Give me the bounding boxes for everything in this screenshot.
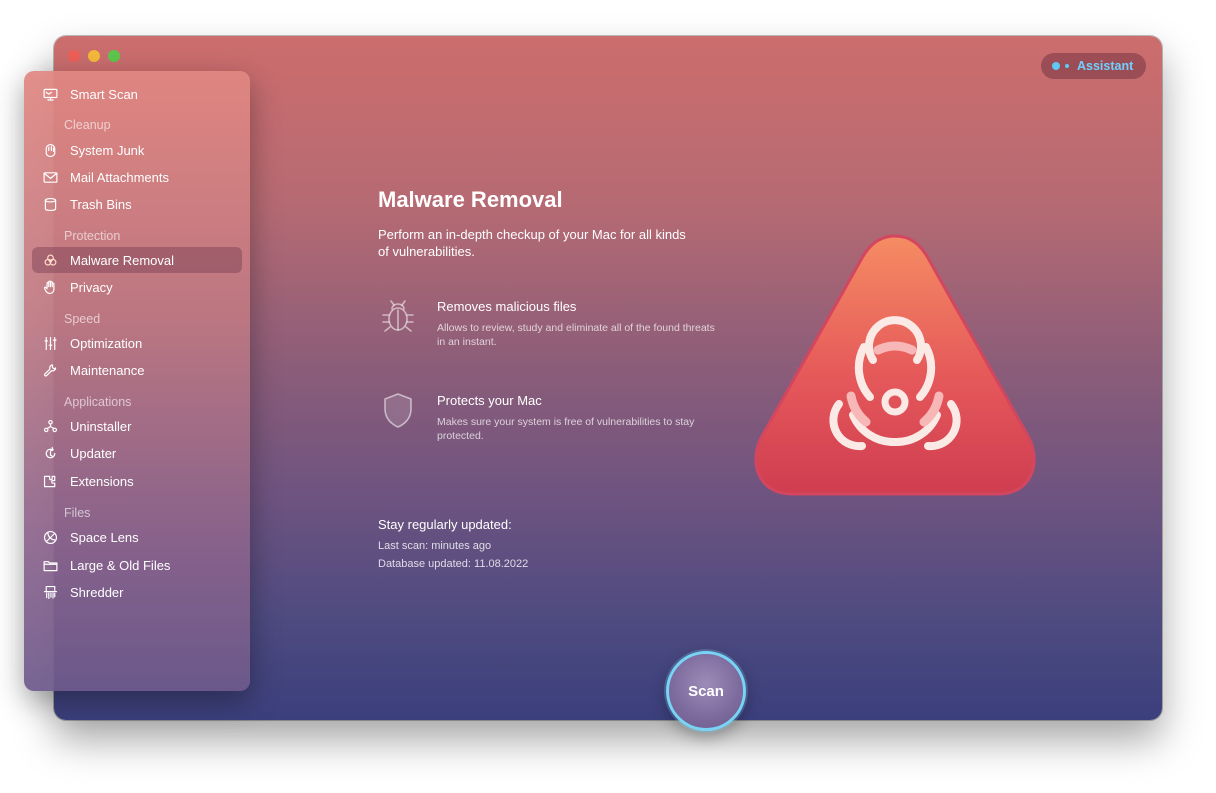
shield-icon xyxy=(379,390,417,430)
sidebar-item-large-old-files[interactable]: Large & Old Files xyxy=(32,552,242,578)
sidebar-heading-protection: Protection xyxy=(64,229,121,243)
mail-icon xyxy=(40,167,60,187)
hand-icon xyxy=(40,277,60,297)
sidebar-heading-applications: Applications xyxy=(64,395,132,409)
sidebar-item-shredder[interactable]: Shredder xyxy=(32,579,242,605)
biohazard-hero-icon xyxy=(750,232,1040,498)
space-lens-icon xyxy=(40,527,60,547)
sidebar-item-malware-removal[interactable]: Malware Removal xyxy=(32,247,242,273)
sidebar-item-updater[interactable]: Updater xyxy=(32,440,242,466)
sidebar-item-maintenance[interactable]: Maintenance xyxy=(32,357,242,383)
sidebar-heading-speed: Speed xyxy=(64,312,101,326)
wrench-icon xyxy=(40,360,60,380)
close-window-button[interactable] xyxy=(68,50,80,62)
sidebar-item-label: Privacy xyxy=(70,279,113,295)
page-title: Malware Removal xyxy=(378,187,563,212)
feature-description: Makes sure your system is free of vulner… xyxy=(437,416,695,442)
minimize-window-button[interactable] xyxy=(88,50,100,62)
sidebar-heading-files: Files xyxy=(64,506,91,520)
sidebar-item-mail-attachments[interactable]: Mail Attachments xyxy=(32,164,242,190)
sidebar-item-label: Uninstaller xyxy=(70,418,132,434)
sidebar-item-label: Mail Attachments xyxy=(70,169,169,185)
extensions-icon xyxy=(40,471,60,491)
sidebar-item-label: Updater xyxy=(70,445,117,461)
sidebar-item-label: Large & Old Files xyxy=(70,557,171,573)
sidebar-item-system-junk[interactable]: System Junk xyxy=(32,137,242,163)
sidebar-item-label: Space Lens xyxy=(70,529,139,545)
sidebar-item-label: Optimization xyxy=(70,335,143,351)
trash-icon xyxy=(40,194,60,214)
sliders-icon xyxy=(40,333,60,353)
sidebar-item-label: Malware Removal xyxy=(70,252,175,268)
sidebar-heading-cleanup: Cleanup xyxy=(64,118,111,132)
zoom-window-button[interactable] xyxy=(108,50,120,62)
assistant-label: Assistant xyxy=(1077,59,1134,73)
sidebar-item-smart-scan[interactable]: Smart Scan xyxy=(32,81,242,107)
feature-title: Protects your Mac xyxy=(437,393,542,408)
scan-button[interactable]: Scan xyxy=(666,651,746,731)
assistant-small-dot-icon xyxy=(1065,64,1069,68)
sidebar-item-label: Smart Scan xyxy=(70,86,138,102)
shredder-icon xyxy=(40,582,60,602)
feature-description: Allows to review, study and eliminate al… xyxy=(437,322,715,348)
sidebar-item-label: Trash Bins xyxy=(70,196,132,212)
system-junk-icon xyxy=(40,140,60,160)
sidebar-item-trash-bins[interactable]: Trash Bins xyxy=(32,191,242,217)
sidebar-item-space-lens[interactable]: Space Lens xyxy=(32,524,242,550)
bug-icon xyxy=(379,296,417,336)
sidebar-item-extensions[interactable]: Extensions xyxy=(32,468,242,494)
sidebar-item-uninstaller[interactable]: Uninstaller xyxy=(32,413,242,439)
sidebar-item-optimization[interactable]: Optimization xyxy=(32,330,242,356)
sidebar-item-privacy[interactable]: Privacy xyxy=(32,274,242,300)
page-description: Perform an in-depth checkup of your Mac … xyxy=(378,227,686,259)
monitor-icon xyxy=(40,84,60,104)
updater-icon xyxy=(40,443,60,463)
assistant-button[interactable]: Assistant xyxy=(1041,53,1146,79)
sidebar-item-label: Shredder xyxy=(70,584,124,600)
folder-icon xyxy=(40,555,60,575)
sidebar-item-label: Maintenance xyxy=(70,362,145,378)
uninstaller-icon xyxy=(40,416,60,436)
traffic-lights xyxy=(68,50,120,62)
sidebar: Smart Scan Cleanup System Junk Mail Atta… xyxy=(24,71,250,691)
sidebar-item-label: System Junk xyxy=(70,142,145,158)
last-scan-text: Last scan: minutes ago xyxy=(378,540,492,552)
feature-title: Removes malicious files xyxy=(437,299,577,314)
updates-heading: Stay regularly updated: xyxy=(378,517,512,532)
database-updated-text: Database updated: 11.08.2022 xyxy=(378,558,529,570)
assistant-dot-icon xyxy=(1052,62,1060,70)
sidebar-item-label: Extensions xyxy=(70,473,134,489)
biohazard-icon xyxy=(40,250,60,270)
